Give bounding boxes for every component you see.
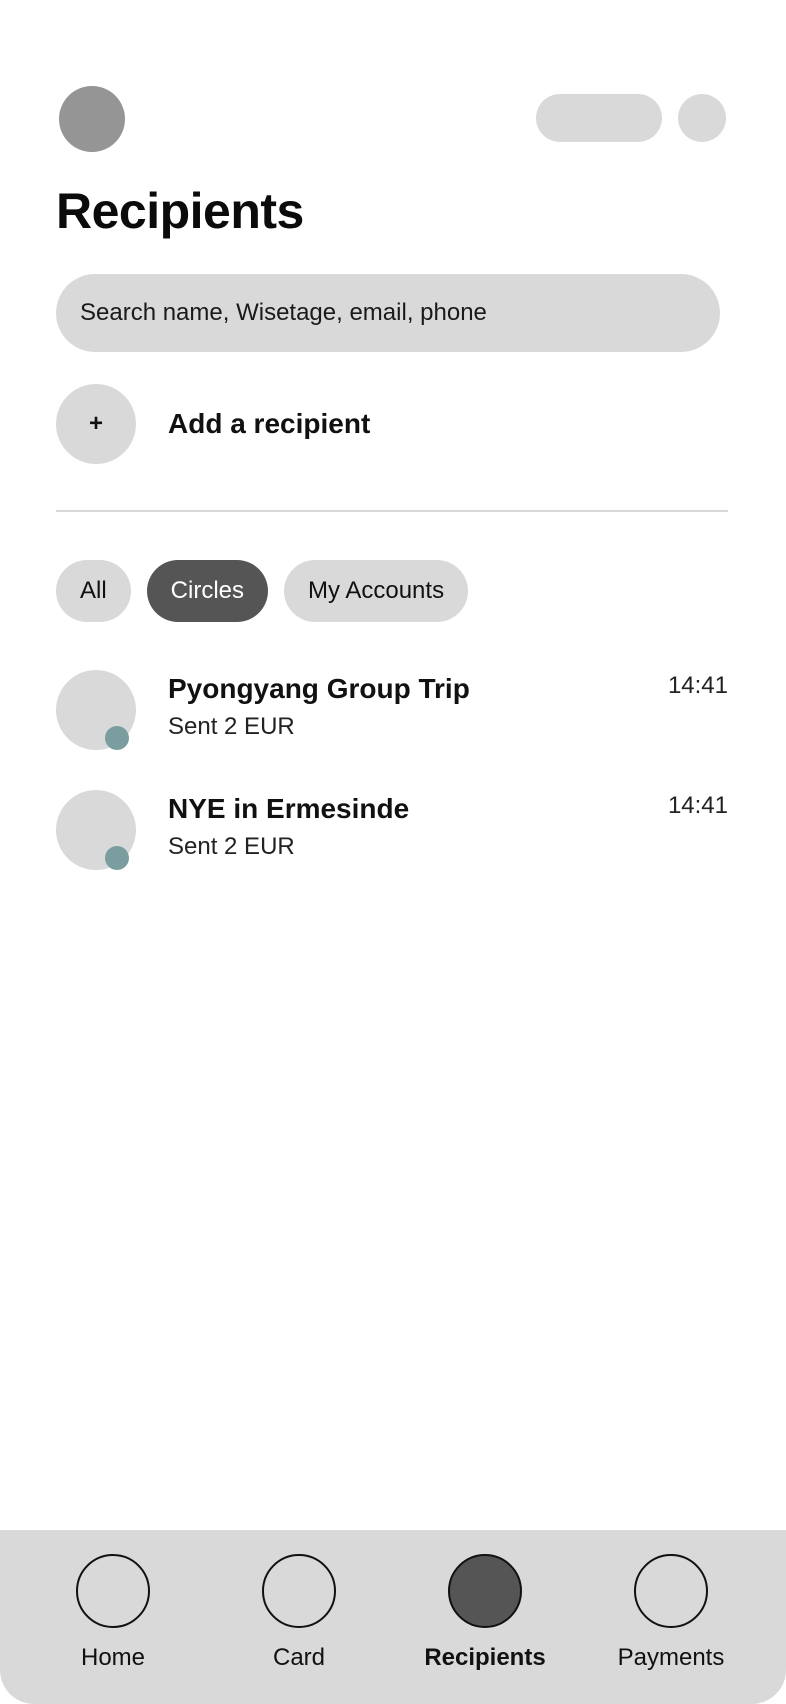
recipients-screen: Recipients Search name, Wisetage, email,… bbox=[0, 0, 786, 1704]
nav-label-home: Home bbox=[80, 1644, 146, 1671]
filter-chip-circles[interactable]: Circles bbox=[146, 560, 269, 622]
page-title: Recipients bbox=[56, 183, 304, 239]
avatar bbox=[56, 790, 136, 870]
list-item-time: 14:41 bbox=[667, 792, 728, 819]
header-action-pill[interactable] bbox=[536, 94, 662, 142]
list-item[interactable]: Pyongyang Group Trip Sent 2 EUR 14:41 bbox=[56, 670, 728, 790]
recipients-icon bbox=[448, 1554, 522, 1628]
search-input[interactable]: Search name, Wisetage, email, phone bbox=[56, 274, 720, 352]
avatar bbox=[56, 670, 136, 750]
card-icon bbox=[262, 1554, 336, 1628]
list-item-text: NYE in Ermesinde Sent 2 EUR bbox=[168, 790, 409, 910]
list-item-title: NYE in Ermesinde bbox=[168, 793, 410, 824]
list-item-subtitle: Sent 2 EUR bbox=[168, 713, 295, 740]
bottom-nav: Home Card Recipients Payments bbox=[0, 1530, 786, 1704]
plus-icon: + bbox=[56, 384, 136, 464]
recipient-list: Pyongyang Group Trip Sent 2 EUR 14:41 NY… bbox=[56, 670, 728, 910]
filter-chips: All Circles My Accounts bbox=[56, 560, 469, 622]
nav-item-card[interactable]: Card bbox=[206, 1530, 392, 1704]
list-item-subtitle: Sent 2 EUR bbox=[168, 833, 295, 860]
list-item-title: Pyongyang Group Trip bbox=[168, 673, 470, 704]
list-item-text: Pyongyang Group Trip Sent 2 EUR bbox=[168, 670, 470, 790]
nav-label-card: Card bbox=[272, 1644, 326, 1671]
nav-item-home[interactable]: Home bbox=[20, 1530, 206, 1704]
nav-item-payments[interactable]: Payments bbox=[578, 1530, 764, 1704]
header-action-circle[interactable] bbox=[678, 94, 726, 142]
nav-label-payments: Payments bbox=[617, 1644, 725, 1671]
profile-avatar[interactable] bbox=[59, 86, 125, 152]
nav-label-recipients: Recipients bbox=[424, 1644, 546, 1671]
payments-icon bbox=[634, 1554, 708, 1628]
add-recipient-label: Add a recipient bbox=[168, 408, 371, 439]
status-dot-icon bbox=[105, 726, 129, 750]
filter-chip-all[interactable]: All bbox=[56, 560, 131, 622]
filter-chip-my-accounts[interactable]: My Accounts bbox=[284, 560, 469, 622]
divider bbox=[56, 510, 728, 512]
list-item[interactable]: NYE in Ermesinde Sent 2 EUR 14:41 bbox=[56, 790, 728, 910]
list-item-time: 14:41 bbox=[667, 672, 728, 699]
nav-item-recipients[interactable]: Recipients bbox=[392, 1530, 578, 1704]
home-icon bbox=[76, 1554, 150, 1628]
search-placeholder: Search name, Wisetage, email, phone bbox=[80, 299, 487, 326]
status-dot-icon bbox=[105, 846, 129, 870]
add-recipient-button[interactable]: + Add a recipient bbox=[56, 384, 720, 464]
